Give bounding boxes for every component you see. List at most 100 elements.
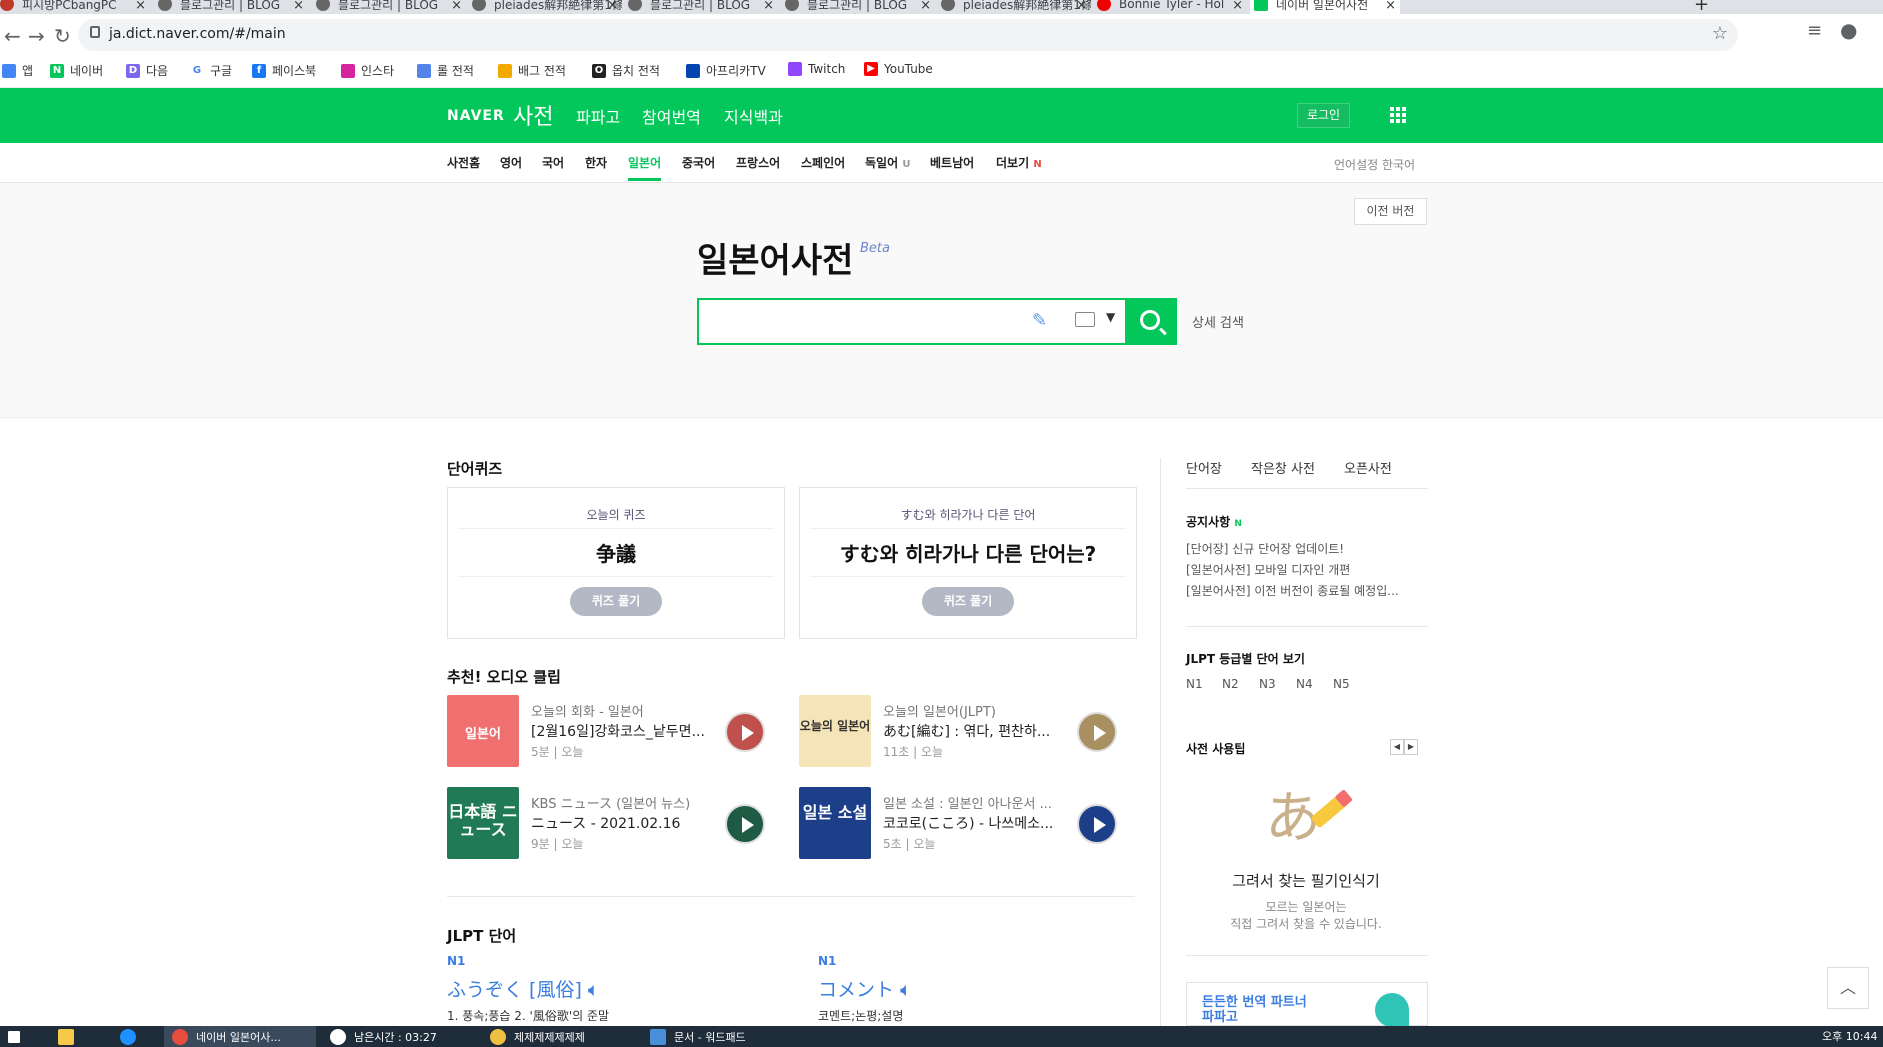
notice-item[interactable]: [일본어사전] 이전 버전이 종료될 예정입...: [1186, 582, 1399, 599]
bookmark-facebook[interactable]: f 페이스북: [252, 62, 316, 79]
login-button[interactable]: 로그인: [1297, 103, 1350, 128]
next-tip-button[interactable]: ▶: [1404, 739, 1418, 755]
browser-tab[interactable]: 블로그관리 | BLOG ×: [316, 0, 466, 14]
tab-close-icon[interactable]: ×: [1385, 0, 1396, 13]
jlpt-word[interactable]: コメント 🔈︎: [818, 975, 911, 1002]
bookmark-apps[interactable]: 앱: [2, 62, 33, 79]
jlpt-level-n3[interactable]: N3: [1259, 677, 1276, 691]
jlpt-word[interactable]: ふうぞく [風俗] 🔈︎: [447, 975, 599, 1002]
lnb-dict-home[interactable]: 사전홈: [447, 154, 480, 171]
ie-taskbar-icon[interactable]: [112, 1026, 142, 1047]
lnb-chinese[interactable]: 중국어: [682, 154, 715, 171]
play-icon[interactable]: [725, 712, 765, 752]
tab-close-icon[interactable]: ×: [763, 0, 774, 13]
bookmark-afreeca[interactable]: 아프리카TV: [686, 62, 766, 79]
start-button[interactable]: [0, 1026, 24, 1047]
sidebar-tab-wordbook[interactable]: 단어장: [1186, 458, 1222, 477]
browser-tab[interactable]: Bonnie Tyler - Hol ×: [1097, 0, 1247, 14]
reload-icon[interactable]: ↻: [54, 24, 71, 48]
browser-tab[interactable]: 블로그관리 | BLOG ×: [628, 0, 778, 14]
play-icon[interactable]: [725, 804, 765, 844]
solve-quiz-button[interactable]: 퀴즈 풀기: [922, 587, 1014, 616]
papago-promo-banner[interactable]: 든든한 번역 파트너 파파고: [1186, 982, 1428, 1027]
prev-tip-button[interactable]: ◀: [1390, 739, 1404, 755]
bookmark-naver[interactable]: N 네이버: [50, 62, 103, 79]
handwriting-icon[interactable]: ✎: [1032, 310, 1047, 331]
speaker-icon[interactable]: 🔈︎: [588, 979, 599, 1001]
dictionary-service-title[interactable]: 사전: [513, 99, 553, 131]
search-button[interactable]: [1127, 298, 1177, 345]
tab-close-icon[interactable]: ×: [135, 0, 146, 13]
taskbar-item[interactable]: 네이버 일본어사...: [164, 1026, 316, 1047]
language-setting[interactable]: 언어설정 한국어: [1334, 156, 1415, 173]
naver-logo[interactable]: NAVER: [447, 108, 505, 124]
notice-item[interactable]: [단어장] 신규 단어장 업데이트!: [1186, 540, 1344, 557]
tab-close-icon[interactable]: ×: [920, 0, 931, 13]
bookmark-youtube[interactable]: ▶ YouTube: [864, 62, 933, 76]
service-menu-grid-icon[interactable]: [1390, 107, 1406, 123]
bookmark-daum[interactable]: D 다음: [126, 62, 168, 79]
speaker-icon[interactable]: 🔈︎: [900, 979, 911, 1001]
notice-item[interactable]: [일본어사전] 모바일 디자인 개편: [1186, 561, 1350, 578]
bookmark-lol[interactable]: 롤 전적: [417, 62, 474, 79]
browser-tab[interactable]: 피시방PCbangPC ×: [0, 0, 150, 14]
scroll-top-button[interactable]: ︿: [1827, 967, 1869, 1009]
lnb-english[interactable]: 영어: [500, 154, 522, 171]
notice-title[interactable]: 공지사항 N: [1186, 513, 1242, 530]
bookmark-instagram[interactable]: 인스타: [341, 62, 394, 79]
sidebar-tab-mini-dictionary[interactable]: 작은창 사전: [1251, 458, 1315, 477]
bookmark-twitch[interactable]: Twitch: [788, 62, 845, 76]
reading-list-icon[interactable]: ≡: [1807, 20, 1822, 41]
tab-close-icon[interactable]: ×: [293, 0, 304, 13]
lnb-japanese[interactable]: 일본어: [628, 154, 662, 181]
jlpt-level-n1[interactable]: N1: [1186, 677, 1203, 691]
bookmark-pubg[interactable]: 배그 전적: [498, 62, 566, 79]
play-icon[interactable]: [1077, 804, 1117, 844]
browser-tab-active[interactable]: 네이버 일본어사전 ×: [1250, 0, 1400, 14]
solve-quiz-button[interactable]: 퀴즈 풀기: [570, 587, 662, 616]
lnb-vietnamese[interactable]: 베트남어: [930, 154, 974, 171]
audio-clip[interactable]: 일본 소설 일본 소설 : 일본인 아나운서 ... 코코로(こころ) - 나쓰…: [799, 787, 1139, 861]
system-clock[interactable]: 오후 10:44: [1822, 1028, 1877, 1044]
jlpt-level-n4[interactable]: N4: [1296, 677, 1313, 691]
play-icon[interactable]: [1077, 712, 1117, 752]
gnb-knowledge-encyclopedia[interactable]: 지식백과: [724, 104, 783, 128]
tab-close-icon[interactable]: ×: [607, 0, 618, 13]
new-tab-button[interactable]: +: [1694, 0, 1709, 14]
url-field[interactable]: ja.dict.naver.com/#/main ☆: [78, 19, 1738, 51]
sidebar-tab-open-dictionary[interactable]: 오픈사전: [1344, 458, 1392, 477]
taskbar-item[interactable]: 제제제제제제제: [482, 1026, 634, 1047]
forward-icon[interactable]: →: [28, 24, 45, 48]
lnb-korean[interactable]: 국어: [542, 154, 564, 171]
jlpt-level-n5[interactable]: N5: [1333, 677, 1350, 691]
bookmark-ow[interactable]: O 옵치 전적: [592, 62, 660, 79]
detail-search-link[interactable]: 상세 검색: [1192, 312, 1244, 331]
lnb-german[interactable]: 독일어 U: [865, 154, 910, 171]
keyboard-icon[interactable]: [1075, 312, 1095, 327]
previous-version-button[interactable]: 이전 버전: [1354, 198, 1427, 225]
explorer-taskbar-icon[interactable]: [50, 1026, 80, 1047]
lnb-spanish[interactable]: 스페인어: [801, 154, 845, 171]
tab-close-icon[interactable]: ×: [451, 0, 462, 13]
search-input[interactable]: [709, 308, 1019, 335]
jlpt-level-n2[interactable]: N2: [1222, 677, 1239, 691]
audio-clip[interactable]: 일본어 오늘의 회화 - 일본어 [2월16일]강화코스_낱두면... 5분 |…: [447, 695, 787, 769]
bookmark-google[interactable]: G 구글: [190, 62, 232, 79]
lnb-french[interactable]: 프랑스어: [736, 154, 780, 171]
browser-tab[interactable]: 블로그관리 | BLOG ×: [158, 0, 308, 14]
tab-close-icon[interactable]: ×: [1232, 0, 1243, 13]
audio-clip[interactable]: 日本語 ニュース KBS ニュース (일본어 뉴스) ニュース - 2021.0…: [447, 787, 787, 861]
back-icon[interactable]: ←: [4, 24, 21, 48]
taskbar-item[interactable]: 남은시간 : 03:27: [322, 1026, 474, 1047]
chevron-down-icon[interactable]: ▼: [1106, 310, 1115, 324]
audio-clip[interactable]: 오늘의 일본어 오늘의 일본어(JLPT) あむ[編む] : 엮다, 편찬하..…: [799, 695, 1139, 769]
browser-tab[interactable]: pleiades解邦絶律第1條 ×: [472, 0, 622, 14]
browser-tab[interactable]: 블로그관리 | BLOG ×: [785, 0, 935, 14]
bookmark-star-icon[interactable]: ☆: [1712, 23, 1728, 44]
taskbar-item[interactable]: 문서 - 워드패드: [642, 1026, 794, 1047]
browser-tab[interactable]: pleiades解邦絶律第1條 ×: [941, 0, 1091, 14]
tab-close-icon[interactable]: ×: [1076, 0, 1087, 13]
gnb-participate-translation[interactable]: 참여번역: [642, 104, 701, 128]
profile-icon[interactable]: ●: [1840, 18, 1857, 42]
lnb-more[interactable]: 더보기 N: [996, 154, 1042, 171]
